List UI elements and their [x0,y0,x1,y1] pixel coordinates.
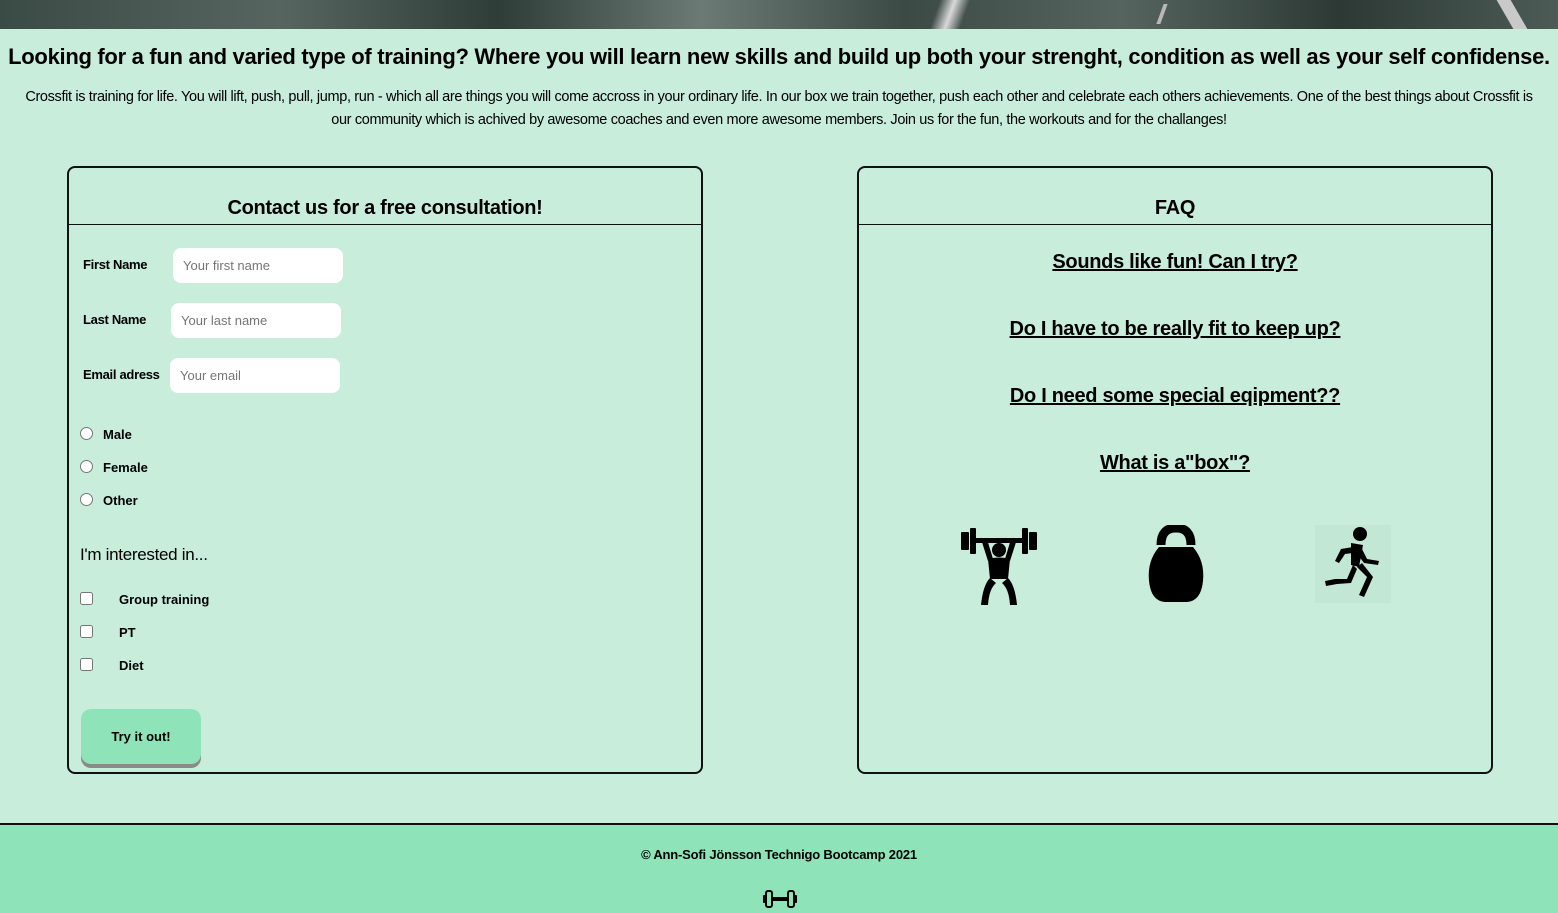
hero-image-strip [0,0,1558,29]
faq-title: FAQ [859,168,1491,225]
gender-option-other: Other [80,490,138,508]
first-name-label: First Name [83,257,148,272]
interest-option-group: Group training [80,589,209,607]
faq-question-equipment[interactable]: Do I need some special eqipment?? [859,385,1491,408]
submit-button[interactable]: Try it out! [81,709,201,764]
last-name-input[interactable] [171,303,341,338]
email-input[interactable] [170,358,340,393]
last-name-label: Last Name [83,312,147,327]
faq-question-try[interactable]: Sounds like fun! Can I try? [859,251,1491,274]
radio-male[interactable] [80,426,93,440]
radio-female[interactable] [80,459,93,473]
interest-option-diet: Diet [80,655,144,673]
radio-male-label: Male [103,427,132,442]
interest-option-pt: PT [80,622,136,640]
contact-title: Contact us for a free consultation! [69,168,701,225]
email-label: Email adress [83,367,160,382]
first-name-input[interactable] [173,248,343,283]
footer: © Ann-Sofi Jönsson Technigo Bootcamp 202… [0,823,1558,913]
contact-form: Contact us for a free consultation! Firs… [67,166,703,774]
dumbbell-icon [763,890,797,908]
faq-question-box[interactable]: What is a"box"? [859,452,1491,475]
checkbox-pt-label: PT [119,625,136,640]
radio-other[interactable] [80,492,93,506]
radio-other-label: Other [103,493,138,508]
intro-title: Looking for a fun and varied type of tra… [8,44,1550,69]
checkbox-group-training[interactable] [80,591,93,605]
footer-copyright: © Ann-Sofi Jönsson Technigo Bootcamp 202… [641,847,917,862]
radio-female-label: Female [103,460,148,475]
checkbox-group-training-label: Group training [119,592,210,607]
checkbox-pt[interactable] [80,624,93,638]
interest-title: I'm interested in... [80,545,208,564]
checkbox-diet-label: Diet [119,658,144,673]
checkbox-diet[interactable] [80,657,93,671]
gender-option-male: Male [80,424,132,442]
faq-question-fit[interactable]: Do I have to be really fit to keep up? [859,318,1491,341]
gender-option-female: Female [80,457,148,475]
runner-icon [1315,525,1391,603]
faq-section: FAQ Sounds like fun! Can I try? Do I hav… [857,166,1493,774]
intro-text: Crossfit is training for life. You will … [25,89,1533,128]
weightlifter-icon [961,528,1037,605]
kettlebell-icon [1148,525,1204,602]
